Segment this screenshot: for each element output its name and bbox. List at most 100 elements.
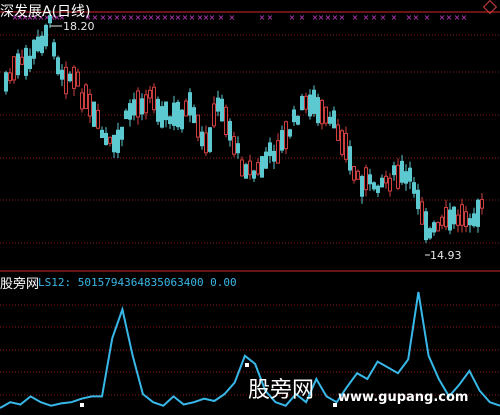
signal-marker: × [148, 13, 155, 22]
candle-body [40, 35, 44, 54]
candle-body [176, 101, 180, 128]
candle-body [60, 69, 64, 80]
candle-body [332, 110, 336, 129]
candle-body [104, 132, 108, 146]
candle-body [240, 159, 244, 177]
candle-body [312, 89, 316, 114]
signal-marker: × [371, 13, 378, 22]
candle-body [272, 150, 276, 162]
candle-body [360, 176, 364, 197]
candle-body [352, 165, 356, 181]
candle-body [4, 72, 8, 92]
signal-marker: × [413, 13, 420, 22]
candle-body [336, 124, 340, 141]
candle-body [136, 90, 140, 118]
candle-body [268, 142, 272, 157]
signal-marker: × [182, 13, 189, 22]
candle-body [412, 182, 416, 194]
indicator-point [80, 403, 84, 407]
candle-body [324, 106, 328, 124]
signal-marker: × [454, 13, 461, 22]
candle-body [368, 174, 372, 185]
high-price-label: 18.20 [63, 20, 95, 33]
candle-body [112, 134, 116, 153]
candle-body [384, 175, 388, 184]
candle-body [288, 129, 292, 137]
candle-body [348, 146, 352, 171]
candle-body [120, 126, 124, 140]
candle-body [208, 127, 212, 152]
candle-body [476, 199, 480, 227]
candle-body [464, 211, 468, 227]
indicator-label: 股旁网 [0, 277, 40, 292]
candle-body [376, 185, 380, 193]
candle-body [156, 98, 160, 122]
signal-marker: × [325, 13, 332, 22]
candle-body [164, 101, 168, 121]
candle-body [440, 216, 444, 226]
candle-body [328, 116, 332, 124]
candle-body [200, 131, 204, 147]
signal-marker: × [446, 13, 453, 22]
stock-chart: ××××× × × ×× × × × × × × × × × × × × × × × × × × × × × × × × × × × × × × ×… [0, 10, 500, 409]
candle-body [236, 143, 240, 154]
candle-body [292, 109, 296, 123]
candle-body [132, 99, 136, 116]
signal-marker: × [175, 13, 182, 22]
signal-marker: × [209, 13, 216, 22]
candle-body [220, 98, 224, 122]
candle-body [228, 121, 232, 141]
candle-body [320, 100, 324, 125]
candle-body [420, 201, 424, 225]
candle-body [160, 106, 164, 128]
candle-body [344, 132, 348, 160]
candle-body [224, 106, 228, 136]
candle-body [212, 103, 216, 127]
candle-body [192, 107, 196, 124]
candle-body [408, 167, 412, 182]
candle-body [196, 114, 200, 138]
signal-marker: × [128, 13, 135, 22]
candle-body [96, 109, 100, 129]
candle-body [188, 92, 192, 116]
candle-body [76, 71, 80, 87]
candle-body [280, 130, 284, 151]
candle-body [172, 102, 176, 126]
candle-body [480, 199, 484, 209]
signal-marker: × [363, 13, 370, 22]
candle-body [68, 73, 72, 82]
candle-body [24, 47, 28, 76]
candle-body [16, 53, 20, 76]
candle-body [52, 42, 56, 57]
candle-body [12, 56, 16, 81]
signal-marker: × [380, 13, 387, 22]
signal-marker: × [189, 13, 196, 22]
signal-marker: × [424, 13, 431, 22]
candle-body [100, 129, 104, 138]
candle-body [256, 162, 260, 175]
signal-marker: × [121, 13, 128, 22]
candle-body [88, 93, 92, 117]
signal-marker: × [289, 13, 296, 22]
signal-marker: × [406, 13, 413, 22]
candle-body [180, 109, 184, 130]
candle-body [356, 170, 360, 180]
indicator-point [333, 403, 337, 407]
candle-body [252, 170, 256, 179]
candle-body [400, 160, 404, 183]
candle-body [276, 140, 280, 164]
candle-body [204, 132, 208, 154]
candle-body [388, 177, 392, 192]
signal-marker: × [135, 13, 142, 22]
signal-marker: × [352, 13, 359, 22]
candle-body [468, 218, 472, 226]
watermark-logo: 股旁网 [248, 378, 315, 403]
signal-marker: × [155, 13, 162, 22]
low-price-label: 14.93 [430, 249, 462, 262]
candle-body [316, 97, 320, 124]
candle-body [128, 103, 132, 120]
candle-body [184, 100, 188, 117]
candle-body [424, 211, 428, 241]
candle-body [300, 95, 304, 111]
signal-marker: × [318, 13, 325, 22]
